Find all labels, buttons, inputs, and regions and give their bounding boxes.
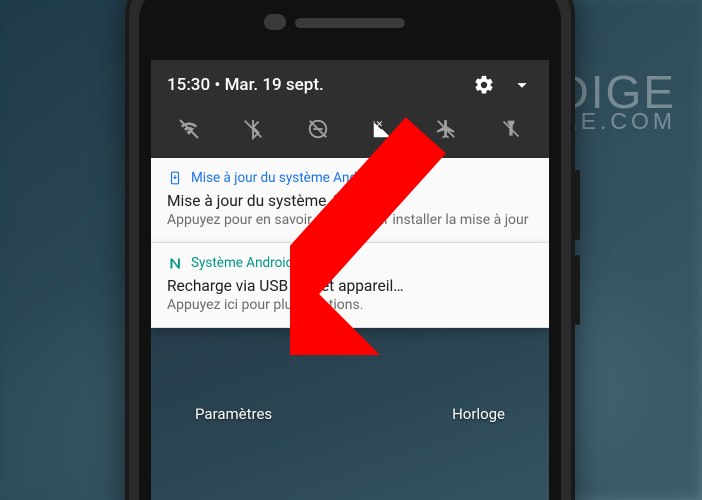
quick-settings-row: ✕ (151, 106, 549, 158)
settings-gear-icon[interactable] (473, 74, 495, 96)
notif-app-name: Système Android (191, 255, 293, 271)
notif-app-row: Système Android (167, 255, 533, 271)
status-date: Mar. 19 sept. (225, 75, 324, 95)
home-shortcut-settings[interactable]: Paramètres (195, 405, 272, 423)
android-n-icon (167, 255, 183, 271)
system-update-icon (167, 170, 183, 186)
airplane-off-icon[interactable] (433, 116, 459, 142)
screenshot-stage: PRODIGE MOBILE.COM Paramètres Horloge 15… (0, 0, 702, 500)
home-shortcut-clock[interactable]: Horloge (452, 405, 505, 423)
wifi-off-icon[interactable] (176, 116, 202, 142)
flashlight-off-icon[interactable] (498, 116, 524, 142)
earpiece-speaker (295, 18, 405, 28)
phone-screen: Paramètres Horloge 15:30 • Mar. 19 sept. (151, 60, 549, 500)
notification-shade[interactable]: 15:30 • Mar. 19 sept. (151, 60, 549, 328)
notification-system-update[interactable]: Mise à jour du système Android Mise à jo… (151, 158, 549, 243)
volume-down-button (575, 255, 580, 325)
phone-frame: Paramètres Horloge 15:30 • Mar. 19 sept. (125, 0, 575, 500)
notif-app-name: Mise à jour du système Android (191, 170, 380, 186)
notif-title: Recharge via USB de cet appareil… (167, 277, 533, 295)
volume-up-button (575, 170, 580, 240)
phone-bezel: Paramètres Horloge 15:30 • Mar. 19 sept. (139, 0, 561, 500)
front-sensor (264, 14, 286, 30)
status-time: 15:30 (167, 75, 210, 95)
status-separator: • (214, 75, 220, 95)
cellular-off-icon[interactable]: ✕ (369, 116, 395, 142)
svg-text:✕: ✕ (376, 120, 384, 130)
notif-text: Appuyez ici pour plus d'options. (167, 297, 533, 313)
dnd-off-icon[interactable] (305, 116, 331, 142)
notif-app-row: Mise à jour du système Android (167, 170, 533, 186)
shade-header: 15:30 • Mar. 19 sept. (151, 60, 549, 106)
status-time-date: 15:30 • Mar. 19 sept. (167, 75, 324, 95)
home-shortcut-labels: Paramètres Horloge (151, 405, 549, 423)
notification-usb-charging[interactable]: Système Android Recharge via USB de cet … (151, 243, 549, 328)
notif-title: Mise à jour du système Android (167, 192, 533, 210)
expand-shade-icon[interactable] (511, 74, 533, 96)
notif-text: Appuyez pour en savoir plus et pour inst… (167, 212, 533, 228)
bluetooth-off-icon[interactable] (240, 116, 266, 142)
